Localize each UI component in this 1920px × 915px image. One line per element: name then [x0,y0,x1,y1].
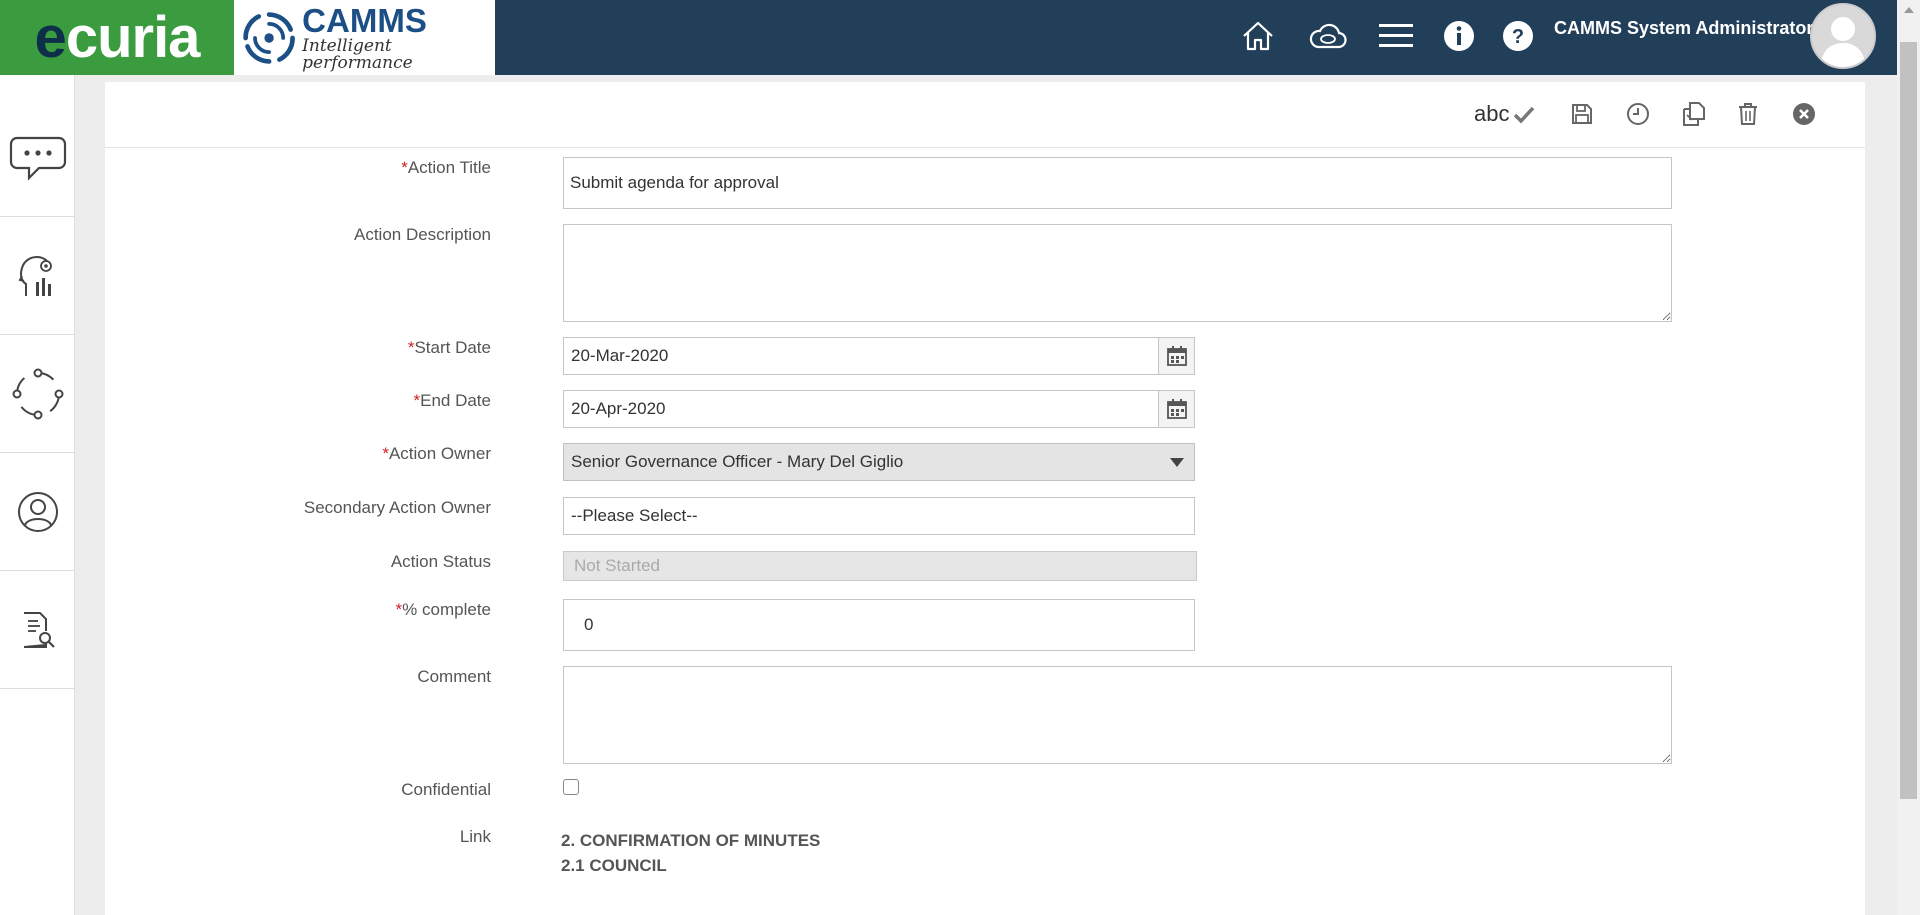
action-owner-value: Senior Governance Officer - Mary Del Gig… [571,452,904,471]
action-status-field: Not Started [563,551,1197,581]
start-date-picker: 20-Mar-2020 [563,337,1195,375]
ecuria-logo-text: curia [65,5,201,70]
dropdown-arrow-icon [1170,458,1184,467]
form-toolbar: abc [105,82,1865,148]
info-icon[interactable] [1439,16,1479,56]
start-date-input[interactable]: 20-Mar-2020 [563,337,1159,375]
delete-button[interactable] [1738,99,1758,129]
sidebar-item-profile[interactable] [0,454,75,571]
confidential-checkbox[interactable] [563,779,579,795]
action-status-label: Action Status [390,552,491,571]
top-header: e curia CAMMS Intelligent performance ? … [0,0,1897,75]
user-icon [17,492,58,532]
action-title-input[interactable]: Submit agenda for approval [563,157,1672,209]
action-description-label: Action Description [353,225,491,244]
document-search-icon [23,612,55,648]
link-label: Link [459,827,491,846]
chat-icon [9,136,66,181]
svg-text:?: ? [1512,26,1524,48]
ecuria-logo-e: e [34,5,67,70]
camms-wordmark: CAMMS [302,1,427,39]
required-mark: * [401,158,408,177]
sidebar-item-chat[interactable] [0,100,75,217]
confidential-label: Confidential [401,780,491,799]
ecuria-logo[interactable]: e curia [0,0,234,75]
percent-complete-label-text: % complete [402,600,491,619]
comment-field[interactable] [563,666,1672,764]
required-mark: * [382,444,389,463]
end-date-label-text: End Date [420,391,491,410]
camms-tagline: Intelligent performance [302,35,413,73]
user-name[interactable]: CAMMS System Administrator [1554,18,1813,39]
scroll-thumb[interactable] [1900,42,1917,799]
secondary-owner-label: Secondary Action Owner [303,498,491,517]
save-button[interactable] [1571,99,1593,129]
calendar-icon [1166,346,1187,366]
start-date-calendar-button[interactable] [1159,337,1195,375]
action-owner-label: *Action Owner [191,444,491,464]
copy-button[interactable] [1681,99,1707,129]
delete-icon [1739,103,1757,125]
end-date-calendar-button[interactable] [1159,390,1195,428]
action-owner-label-text: Action Owner [388,444,491,463]
calendar-icon [1166,399,1187,419]
cycle-icon [12,368,63,420]
menu-icon[interactable] [1376,16,1416,56]
start-date-label: *Start Date [191,338,491,358]
start-date-label-text: Start Date [414,338,491,357]
action-title-label: *Action Title [191,158,491,178]
sidebar-item-cycle[interactable] [0,336,75,453]
sidebar-item-reports[interactable] [0,572,75,689]
action-form-panel: abc *Action Title Submit agenda for appr… [105,82,1865,915]
spell-check-icon [1514,106,1535,124]
spell-check-label: abc [1474,101,1510,126]
camms-swirl-icon [243,11,295,64]
action-description-field[interactable] [563,224,1672,322]
comment-label: Comment [417,667,491,686]
spell-check-button[interactable]: abc [1474,99,1535,129]
history-button[interactable] [1626,99,1650,129]
left-sidebar [0,75,75,915]
settings-head-icon [18,255,52,296]
link-item-council[interactable]: 2.1 COUNCIL [561,856,667,876]
page-scrollbar[interactable] [1897,0,1920,915]
close-icon [1793,103,1815,125]
percent-complete-label: *% complete [191,600,491,620]
end-date-picker: 20-Apr-2020 [563,390,1195,428]
help-icon[interactable]: ? [1498,16,1538,56]
secondary-owner-select[interactable]: --Please Select-- [563,497,1195,535]
camms-logo[interactable]: CAMMS Intelligent performance [234,0,495,75]
action-owner-select[interactable]: Senior Governance Officer - Mary Del Gig… [563,443,1195,481]
percent-complete-input[interactable]: 0 [563,599,1195,651]
home-icon[interactable] [1238,16,1278,56]
avatar[interactable] [1810,3,1876,69]
end-date-label: *End Date [191,391,491,411]
copy-icon [1683,102,1705,126]
link-item-minutes[interactable]: 2. CONFIRMATION OF MINUTES [561,831,820,851]
cloud-sync-icon[interactable] [1308,16,1348,56]
action-title-label-text: Action Title [407,158,491,177]
close-button[interactable] [1792,99,1816,129]
scroll-up-arrow-icon[interactable] [1897,0,1920,20]
end-date-input[interactable]: 20-Apr-2020 [563,390,1159,428]
sidebar-item-performance[interactable] [0,218,75,335]
history-icon [1627,103,1649,125]
save-icon [1572,104,1592,124]
